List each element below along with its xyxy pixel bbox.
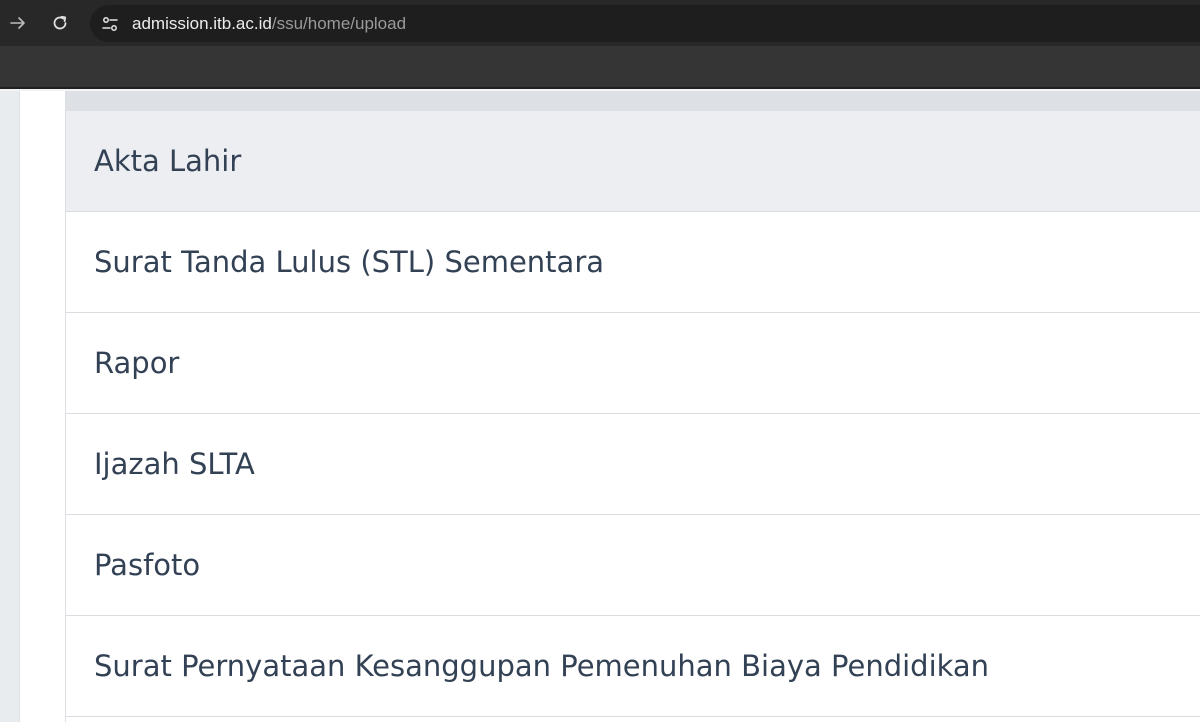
document-item-pasfoto[interactable]: Pasfoto [66,515,1200,616]
page-content: Akta Lahir Surat Tanda Lulus (STL) Semen… [0,91,1200,722]
arrow-right-icon[interactable] [4,9,32,37]
document-item-label: Akta Lahir [94,144,242,178]
document-item-label: Ijazah SLTA [94,447,255,481]
document-item-surat-pernyataan[interactable]: Surat Pernyataan Kesanggupan Pemenuhan B… [66,616,1200,717]
url-path: /ssu/home/upload [271,13,407,33]
left-gutter [0,91,20,722]
document-item-label: Surat Pernyataan Kesanggupan Pemenuhan B… [94,649,990,683]
tune-icon[interactable] [96,10,124,38]
document-item-label: Pasfoto [94,548,201,582]
document-item-akta-lahir[interactable]: Akta Lahir [66,111,1200,212]
url-text[interactable]: admission.itb.ac.id/ssu/home/upload [132,14,406,34]
document-item-label: Rapor [94,346,180,380]
url-host: admission.itb.ac.id [132,13,272,33]
address-bar[interactable]: admission.itb.ac.id/ssu/home/upload [90,5,1200,42]
browser-toolbar: admission.itb.ac.id/ssu/home/upload [0,0,1200,46]
document-item-stl-sementara[interactable]: Surat Tanda Lulus (STL) Sementara [66,212,1200,313]
list-top-strip [66,91,1200,111]
reload-icon[interactable] [46,9,74,37]
document-item-rapor[interactable]: Rapor [66,313,1200,414]
document-item-ijazah-slta[interactable]: Ijazah SLTA [66,414,1200,515]
document-list: Akta Lahir Surat Tanda Lulus (STL) Semen… [65,91,1200,722]
browser-chrome: admission.itb.ac.id/ssu/home/upload [0,0,1200,89]
document-item-label: Surat Tanda Lulus (STL) Sementara [94,245,605,279]
